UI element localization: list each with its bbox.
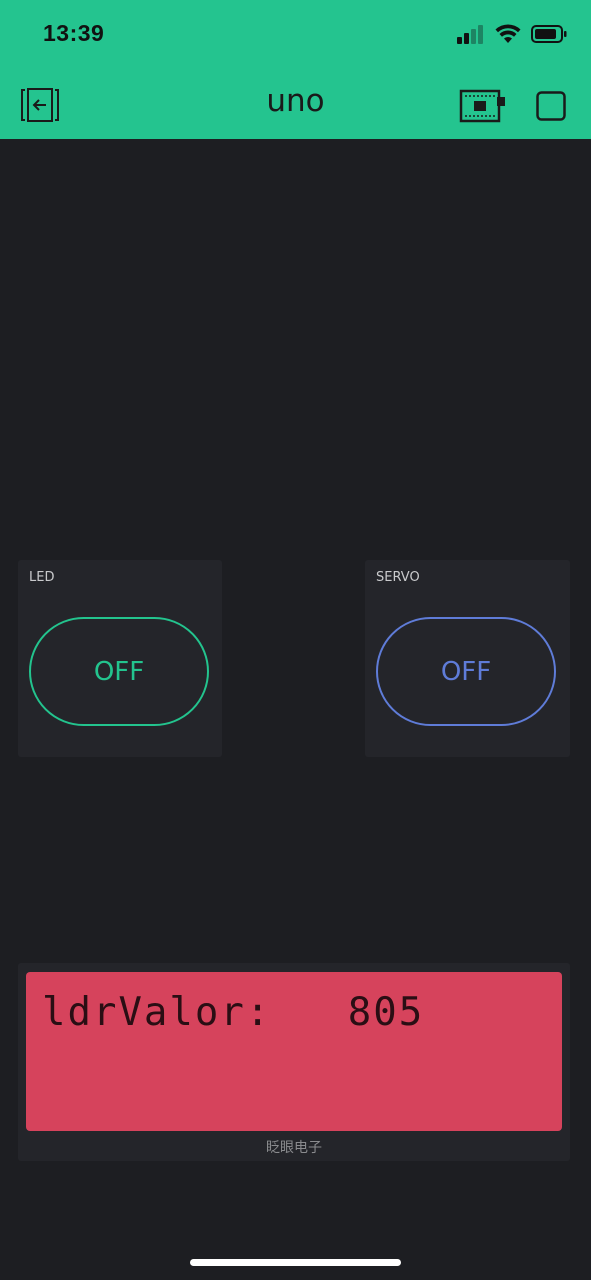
- led-widget: LED OFF: [18, 560, 222, 757]
- device-board-icon[interactable]: [459, 89, 507, 127]
- app-header: 13:39 uno: [0, 0, 591, 139]
- servo-widget-label: SERVO: [376, 570, 420, 585]
- cellular-signal-icon: [457, 24, 485, 48]
- wifi-icon: [495, 24, 521, 48]
- led-toggle-button[interactable]: OFF: [29, 617, 209, 726]
- status-icons: [457, 24, 567, 48]
- led-widget-label: LED: [29, 570, 55, 585]
- status-time: 13:39: [43, 20, 105, 46]
- lcd-widget: ldrValor: 805 眨眼电子: [18, 963, 570, 1161]
- stop-square-icon[interactable]: [536, 91, 566, 125]
- lcd-caption: 眨眼电子: [266, 1140, 322, 1156]
- servo-widget: SERVO OFF: [365, 560, 570, 757]
- servo-toggle-button[interactable]: OFF: [376, 617, 556, 726]
- battery-icon: [531, 24, 567, 48]
- home-indicator[interactable]: [190, 1259, 401, 1266]
- lcd-line-1: ldrValor: 805: [42, 990, 425, 1035]
- lcd-screen: ldrValor: 805: [26, 972, 562, 1131]
